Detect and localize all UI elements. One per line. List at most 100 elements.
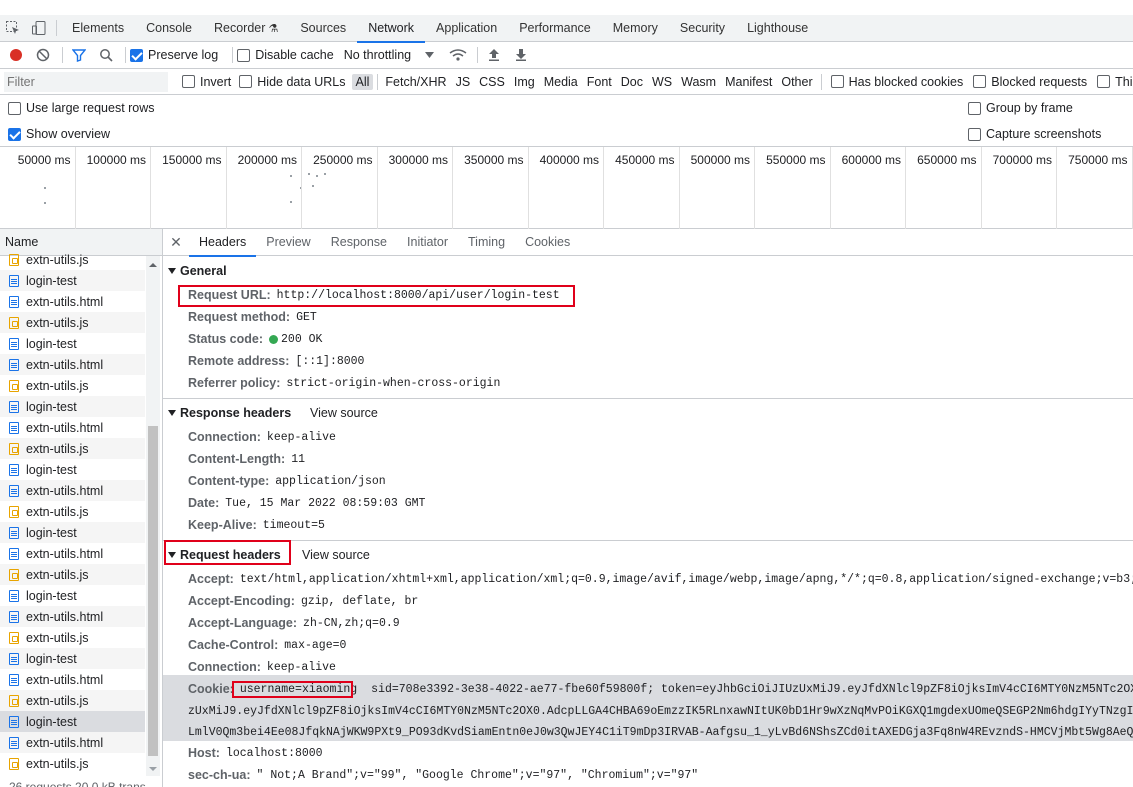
checkbox-unchecked-icon[interactable] bbox=[237, 48, 251, 62]
device-toolbar-icon[interactable] bbox=[26, 15, 52, 41]
request-row[interactable]: login-test bbox=[0, 585, 145, 606]
tab-console[interactable]: Console bbox=[135, 15, 203, 42]
request-list-scrollbar[interactable] bbox=[146, 256, 160, 776]
show-overview-checkbox[interactable]: Show overview bbox=[8, 127, 110, 141]
third-party-checkbox[interactable]: Third-party bbox=[1097, 75, 1133, 89]
request-view-source-link[interactable]: View source bbox=[302, 548, 370, 562]
tab-recorder[interactable]: Recorder ⚗ bbox=[203, 15, 289, 42]
request-row[interactable]: extn-utils.html bbox=[0, 417, 145, 438]
request-row[interactable]: login-test bbox=[0, 522, 145, 543]
tab-network[interactable]: Network bbox=[357, 15, 425, 43]
checkbox-unchecked-icon[interactable] bbox=[973, 75, 987, 88]
filter-type-css[interactable]: CSS bbox=[475, 74, 509, 90]
request-row[interactable]: extn-utils.html bbox=[0, 543, 145, 564]
checkbox-checked-icon[interactable] bbox=[130, 48, 143, 62]
throttling-select[interactable]: No throttling bbox=[344, 48, 435, 62]
request-row[interactable]: extn-utils.js bbox=[0, 627, 145, 648]
blocked-requests-checkbox[interactable]: Blocked requests bbox=[973, 75, 1087, 89]
status-code-value: 200 OK bbox=[281, 332, 323, 346]
request-row[interactable]: extn-utils.html bbox=[0, 354, 145, 375]
capture-screenshots-checkbox[interactable]: Capture screenshots bbox=[968, 127, 1101, 141]
request-row[interactable]: login-test bbox=[0, 711, 145, 732]
general-section-toggle[interactable]: General bbox=[168, 264, 227, 278]
request-row[interactable]: extn-utils.js bbox=[0, 501, 145, 522]
request-row[interactable]: extn-utils.html bbox=[0, 732, 145, 753]
scrollbar-thumb[interactable] bbox=[148, 426, 158, 756]
checkbox-unchecked-icon[interactable] bbox=[968, 101, 981, 115]
checkbox-unchecked-icon[interactable] bbox=[968, 127, 981, 141]
request-row[interactable]: extn-utils.js bbox=[0, 564, 145, 585]
filter-type-js[interactable]: JS bbox=[452, 74, 475, 90]
request-row[interactable]: extn-utils.js bbox=[0, 690, 145, 711]
tab-application[interactable]: Application bbox=[425, 15, 508, 42]
checkbox-unchecked-icon[interactable] bbox=[239, 75, 253, 88]
scroll-down-icon[interactable] bbox=[146, 764, 160, 774]
hide-data-urls-checkbox[interactable]: Hide data URLs bbox=[239, 75, 346, 89]
filter-type-ws[interactable]: WS bbox=[648, 74, 676, 90]
scroll-up-icon[interactable] bbox=[146, 260, 160, 270]
clear-button[interactable] bbox=[31, 43, 55, 67]
request-row[interactable]: login-test bbox=[0, 459, 145, 480]
request-row[interactable]: extn-utils.js bbox=[0, 312, 145, 333]
filter-input[interactable] bbox=[4, 71, 168, 92]
network-overview[interactable]: 50000 ms 100000 ms 150000 ms 200000 ms 25000… bbox=[0, 147, 1133, 229]
response-headers-toggle[interactable]: Response headers bbox=[168, 406, 291, 420]
sec-ch-ua-key: sec-ch-ua: bbox=[188, 768, 251, 782]
has-blocked-cookies-checkbox[interactable]: Has blocked cookies bbox=[830, 75, 963, 89]
checkbox-unchecked-icon[interactable] bbox=[830, 75, 844, 88]
request-row[interactable]: extn-utils.js bbox=[0, 249, 145, 270]
filter-type-all[interactable]: All bbox=[351, 73, 374, 90]
detail-tab-initiator[interactable]: Initiator bbox=[397, 229, 458, 256]
request-row[interactable]: login-test bbox=[0, 648, 145, 669]
response-view-source-link[interactable]: View source bbox=[310, 406, 378, 420]
tab-sources[interactable]: Sources bbox=[289, 15, 357, 42]
request-row[interactable]: extn-utils.js bbox=[0, 438, 145, 459]
checkbox-unchecked-icon[interactable] bbox=[1097, 75, 1111, 88]
checkbox-unchecked-icon[interactable] bbox=[182, 75, 195, 88]
filter-type-other[interactable]: Other bbox=[777, 74, 816, 90]
detail-tab-cookies[interactable]: Cookies bbox=[515, 229, 580, 256]
tab-lighthouse[interactable]: Lighthouse bbox=[736, 15, 819, 42]
filter-type-fetch-xhr[interactable]: Fetch/XHR bbox=[381, 74, 450, 90]
request-row[interactable]: extn-utils.html bbox=[0, 291, 145, 312]
tab-memory[interactable]: Memory bbox=[602, 15, 669, 42]
request-row[interactable]: login-test bbox=[0, 270, 145, 291]
checkbox-checked-icon[interactable] bbox=[8, 127, 21, 141]
detail-tab-timing[interactable]: Timing bbox=[458, 229, 515, 256]
tab-performance[interactable]: Performance bbox=[508, 15, 602, 42]
network-conditions-icon[interactable] bbox=[446, 43, 470, 67]
request-row[interactable]: login-test bbox=[0, 333, 145, 354]
tab-security[interactable]: Security bbox=[669, 15, 736, 42]
request-row[interactable]: extn-utils.js bbox=[0, 375, 145, 396]
filter-type-font[interactable]: Font bbox=[583, 74, 616, 90]
filter-type-manifest[interactable]: Manifest bbox=[721, 74, 776, 90]
large-rows-checkbox[interactable]: Use large request rows bbox=[8, 101, 155, 115]
filter-type-media[interactable]: Media bbox=[540, 74, 582, 90]
search-icon[interactable] bbox=[94, 43, 118, 67]
tab-elements[interactable]: Elements bbox=[61, 15, 135, 42]
request-row[interactable]: login-test bbox=[0, 396, 145, 417]
import-har-icon[interactable] bbox=[482, 43, 506, 67]
detail-tab-headers[interactable]: Headers bbox=[189, 229, 257, 257]
invert-checkbox[interactable]: Invert bbox=[182, 75, 231, 89]
filter-type-wasm[interactable]: Wasm bbox=[677, 74, 720, 90]
filter-type-doc[interactable]: Doc bbox=[617, 74, 647, 90]
inspect-element-icon[interactable] bbox=[0, 15, 26, 41]
group-by-frame-checkbox[interactable]: Group by frame bbox=[968, 101, 1073, 115]
disable-cache-checkbox[interactable]: Disable cache bbox=[237, 48, 334, 62]
script-file-icon bbox=[9, 316, 19, 329]
request-list: Name extn-utils.js login-test extn-utils.h… bbox=[0, 229, 163, 787]
request-row[interactable]: extn-utils.html bbox=[0, 480, 145, 501]
request-row[interactable]: extn-utils.html bbox=[0, 669, 145, 690]
request-row[interactable]: extn-utils.html bbox=[0, 606, 145, 627]
detail-tab-preview[interactable]: Preview bbox=[256, 229, 320, 256]
filter-icon[interactable] bbox=[67, 43, 91, 67]
close-icon[interactable]: ✕ bbox=[163, 234, 189, 251]
request-row[interactable]: extn-utils.js bbox=[0, 753, 145, 774]
checkbox-unchecked-icon[interactable] bbox=[8, 101, 21, 115]
filter-type-img[interactable]: Img bbox=[510, 74, 539, 90]
record-button[interactable] bbox=[4, 43, 28, 67]
export-har-icon[interactable] bbox=[509, 43, 533, 67]
detail-tab-response[interactable]: Response bbox=[321, 229, 397, 256]
preserve-log-checkbox[interactable]: Preserve log bbox=[130, 48, 218, 62]
